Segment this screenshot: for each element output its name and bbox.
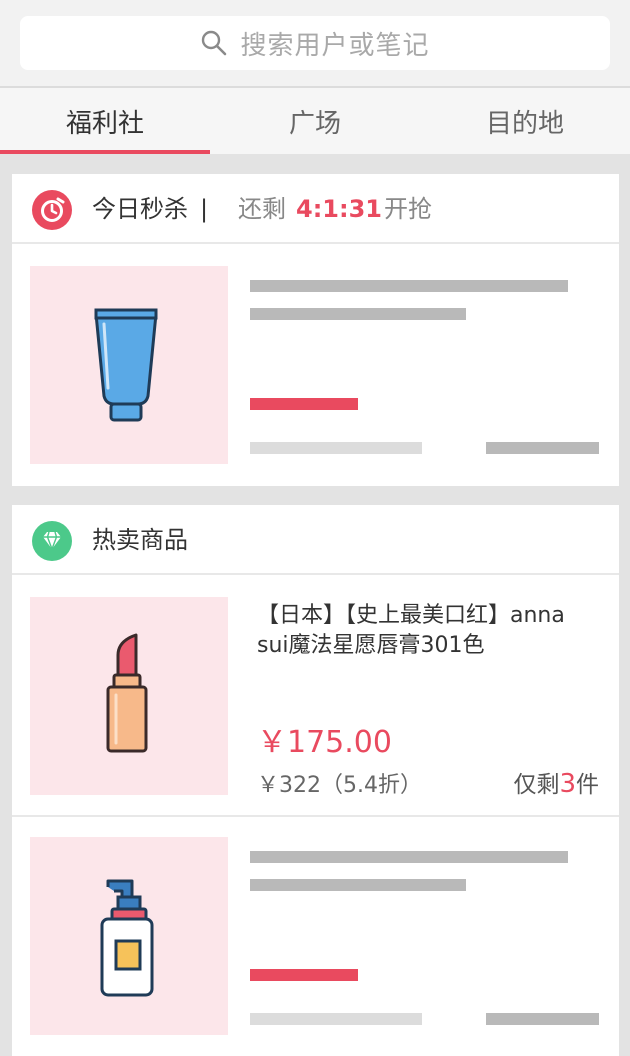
tab-welfare[interactable]: 福利社 — [0, 88, 210, 154]
countdown-suffix: 开抢 — [384, 195, 432, 223]
lipstick-icon — [106, 633, 148, 753]
product-thumbnail — [30, 597, 228, 795]
stock-placeholder — [486, 442, 599, 454]
search-bar: 搜索用户或笔记 — [0, 0, 630, 86]
price-placeholder — [250, 969, 358, 981]
product-original-price: ￥322（5.4折） — [257, 773, 422, 798]
alarm-clock-icon — [32, 190, 72, 230]
product-thumbnail — [30, 266, 228, 464]
product-item-lipstick[interactable]: 【日本】【史上最美口红】anna sui魔法星愿唇膏301色 ￥175.00 ￥… — [12, 577, 619, 815]
original-price-placeholder — [250, 442, 422, 454]
lotion-bottle-icon — [100, 879, 154, 997]
product-thumbnail — [30, 837, 228, 1035]
search-input[interactable]: 搜索用户或笔记 — [20, 16, 610, 70]
product-price: ￥175.00 — [257, 725, 392, 760]
title-placeholder — [250, 280, 568, 292]
stock-suffix: 件 — [576, 772, 599, 798]
hot-items-card: 热卖商品 【日本】【史上最美口红】anna sui魔法星愿唇膏301色 ￥175… — [12, 505, 619, 1056]
stock-prefix: 仅剩 — [513, 772, 560, 798]
subtitle-placeholder — [250, 308, 466, 320]
flash-sale-header: 今日秒杀 | 还剩 4:1:31 开抢 — [12, 174, 619, 244]
header-separator: | — [200, 195, 209, 223]
countdown-time: 4:1:31 — [296, 195, 382, 223]
product-stock: 仅剩3件 — [513, 765, 599, 799]
cream-tube-icon — [94, 308, 158, 422]
search-icon — [202, 30, 227, 56]
tab-destination[interactable]: 目的地 — [420, 88, 630, 154]
diamond-icon — [32, 521, 72, 561]
product-title: 【日本】【史上最美口红】anna sui魔法星愿唇膏301色 — [257, 603, 565, 658]
search-placeholder: 搜索用户或笔记 — [240, 30, 430, 61]
original-price-placeholder — [250, 1013, 422, 1025]
hot-items-title: 热卖商品 — [92, 526, 188, 554]
title-placeholder — [250, 851, 568, 863]
flash-sale-item[interactable] — [12, 246, 619, 484]
flash-sale-card: 今日秒杀 | 还剩 4:1:31 开抢 — [12, 174, 619, 486]
tab-bar: 福利社 广场 目的地 — [0, 86, 630, 154]
stock-placeholder — [486, 1013, 599, 1025]
flash-sale-title: 今日秒杀 — [92, 195, 188, 223]
subtitle-placeholder — [250, 879, 466, 891]
hot-items-header: 热卖商品 — [12, 505, 619, 575]
tab-square[interactable]: 广场 — [210, 88, 420, 154]
price-placeholder — [250, 398, 358, 410]
countdown-label: 还剩 — [238, 195, 286, 223]
stock-count: 3 — [559, 769, 576, 799]
active-tab-indicator — [0, 150, 210, 154]
product-item-lotion[interactable] — [12, 815, 619, 1056]
